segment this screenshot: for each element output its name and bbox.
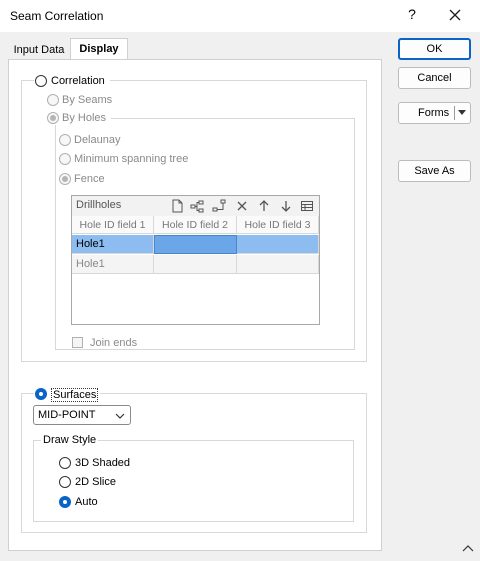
column-header[interactable]: Hole ID field 1 [72,216,154,234]
column-header[interactable]: Hole ID field 2 [154,216,237,234]
close-icon [449,9,461,21]
auto-label: Auto [75,496,98,508]
join-ends-label: Join ends [90,337,138,349]
surfaces-label: Surfaces [51,388,99,402]
table-cell[interactable] [237,255,319,274]
table-cell[interactable] [154,255,237,274]
tab-display[interactable]: Display [70,38,128,60]
forms-label: Forms [418,107,450,119]
chevron-down-icon [115,413,125,419]
table-cell[interactable]: Hole1 [72,235,154,254]
tree-link-icon[interactable] [212,199,226,213]
forms-divider [454,106,455,120]
surfaces-dropdown-value: MID-POINT [38,409,96,421]
delete-icon[interactable] [235,199,249,213]
tree-icon[interactable] [190,199,204,213]
3d-shaded-label: 3D Shaded [75,457,131,469]
column-header[interactable]: Hole ID field 3 [237,216,319,234]
chevron-down-icon[interactable] [457,109,467,117]
3d-shaded-radio[interactable] [59,457,71,469]
fence-label: Fence [74,173,105,185]
by-holes-radio[interactable] [47,112,59,124]
tab-input-data[interactable]: Input Data [8,40,70,60]
mst-radio[interactable] [59,153,71,165]
surfaces-radio[interactable] [35,388,47,400]
delaunay-radio[interactable] [59,134,71,146]
by-holes-label: By Holes [62,112,107,124]
table-cell[interactable] [237,235,319,254]
by-seams-radio[interactable] [47,94,59,106]
mst-label: Minimum spanning tree [74,153,189,165]
auto-radio[interactable] [59,496,71,508]
table-cell[interactable] [154,235,237,254]
chevron-up-icon[interactable] [461,543,475,553]
correlation-label: Correlation [51,75,105,87]
table-icon[interactable] [300,199,314,213]
save-as-button[interactable]: Save As [398,160,471,182]
delaunay-label: Delaunay [74,134,121,146]
arrow-down-icon[interactable] [279,199,293,213]
arrow-up-icon[interactable] [257,199,271,213]
2d-slice-radio[interactable] [59,476,71,488]
draw-style-legend: Draw Style [41,434,99,446]
surfaces-dropdown[interactable]: MID-POINT [33,405,131,425]
2d-slice-label: 2D Slice [75,476,116,488]
fence-radio[interactable] [59,173,71,185]
window-title: Seam Correlation [10,9,104,23]
join-ends-checkbox[interactable] [72,337,83,348]
correlation-radio[interactable] [35,75,47,87]
by-seams-label: By Seams [62,94,113,106]
ok-button[interactable]: OK [398,38,471,60]
cancel-button[interactable]: Cancel [398,67,471,89]
close-button[interactable] [443,4,467,26]
new-file-icon[interactable] [170,199,184,213]
drillholes-grid[interactable]: Drillholes Hole ID field 1 Hole ID field… [71,195,320,325]
drillholes-title: Drillholes [76,199,122,211]
forms-button[interactable]: Forms [398,102,471,124]
table-cell[interactable]: Hole1 [72,255,154,274]
help-button[interactable]: ? [404,6,420,24]
